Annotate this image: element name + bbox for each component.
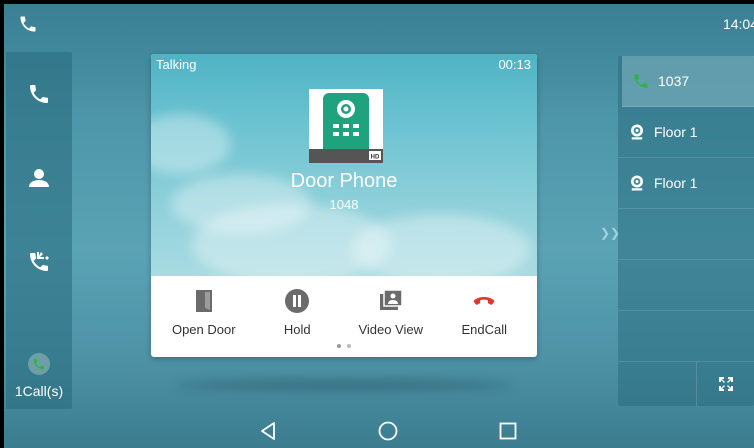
page-indicator bbox=[151, 344, 537, 348]
call-duration: 00:13 bbox=[498, 57, 531, 72]
fullscreen-button[interactable] bbox=[696, 362, 754, 406]
left-sidebar: 1Call(s) bbox=[6, 52, 72, 409]
line-label: Floor 1 bbox=[654, 124, 698, 140]
line-item-empty[interactable] bbox=[618, 209, 754, 260]
page-dot bbox=[347, 344, 351, 348]
phone-icon bbox=[18, 14, 38, 34]
page-dot-active bbox=[337, 344, 341, 348]
pause-icon bbox=[284, 288, 310, 314]
svg-text:HD: HD bbox=[371, 155, 380, 161]
back-icon bbox=[261, 422, 275, 440]
card-shadow bbox=[176, 380, 512, 390]
home-icon bbox=[378, 421, 398, 441]
active-calls-indicator[interactable]: 1Call(s) bbox=[6, 353, 72, 399]
line-label: 1037 bbox=[658, 73, 690, 89]
home-button[interactable] bbox=[377, 420, 399, 442]
end-call-icon bbox=[471, 288, 497, 314]
phone-icon bbox=[632, 72, 658, 90]
call-info-panel: Talking 00:13 HD Door Phone 1048 bbox=[151, 54, 537, 276]
caller-number: 1048 bbox=[329, 197, 359, 212]
line-label: Floor 1 bbox=[654, 175, 698, 191]
phone-screen: 14:04 1Call(s) bbox=[4, 4, 754, 448]
open-door-label: Open Door bbox=[171, 322, 236, 337]
sidebar-item-contacts[interactable] bbox=[6, 136, 72, 220]
call-history-icon bbox=[27, 250, 51, 274]
clock: 14:04 bbox=[722, 16, 754, 32]
active-call-icon bbox=[28, 353, 50, 375]
sidebar-item-call-history[interactable] bbox=[6, 220, 72, 304]
camera-icon bbox=[628, 123, 654, 141]
recents-icon bbox=[499, 422, 517, 440]
line-item-empty[interactable] bbox=[618, 260, 754, 311]
phone-icon bbox=[27, 82, 51, 106]
line-item-floor-1[interactable]: Floor 1 bbox=[618, 107, 754, 158]
end-call-label: EndCall bbox=[461, 322, 508, 337]
video-view-icon bbox=[378, 288, 404, 314]
line-item-empty[interactable] bbox=[618, 311, 754, 362]
android-nav-bar bbox=[4, 412, 754, 448]
camera-icon bbox=[628, 174, 654, 192]
hold-label: Hold bbox=[283, 322, 311, 337]
caller-name: Door Phone bbox=[290, 170, 398, 192]
calls-count-label: 1Call(s) bbox=[14, 383, 64, 399]
status-bar: 14:04 bbox=[4, 4, 754, 44]
expand-icon bbox=[718, 376, 734, 392]
call-card: Talking 00:13 HD Door Phone 1048 Open Do… bbox=[151, 54, 537, 357]
line-panel: 1037 Floor 1 Floor 1 bbox=[618, 56, 754, 406]
line-item-floor-1[interactable]: Floor 1 bbox=[618, 158, 754, 209]
door-icon bbox=[191, 288, 217, 314]
sidebar-item-dialer[interactable] bbox=[6, 52, 72, 136]
call-state-label: Talking bbox=[156, 57, 197, 72]
line-item-1037[interactable]: 1037 bbox=[622, 56, 754, 107]
contact-icon bbox=[27, 166, 51, 190]
recents-button[interactable] bbox=[497, 420, 519, 442]
back-button[interactable] bbox=[258, 420, 280, 442]
video-view-label: Video View bbox=[358, 322, 424, 337]
door-phone-icon: HD bbox=[309, 89, 383, 163]
